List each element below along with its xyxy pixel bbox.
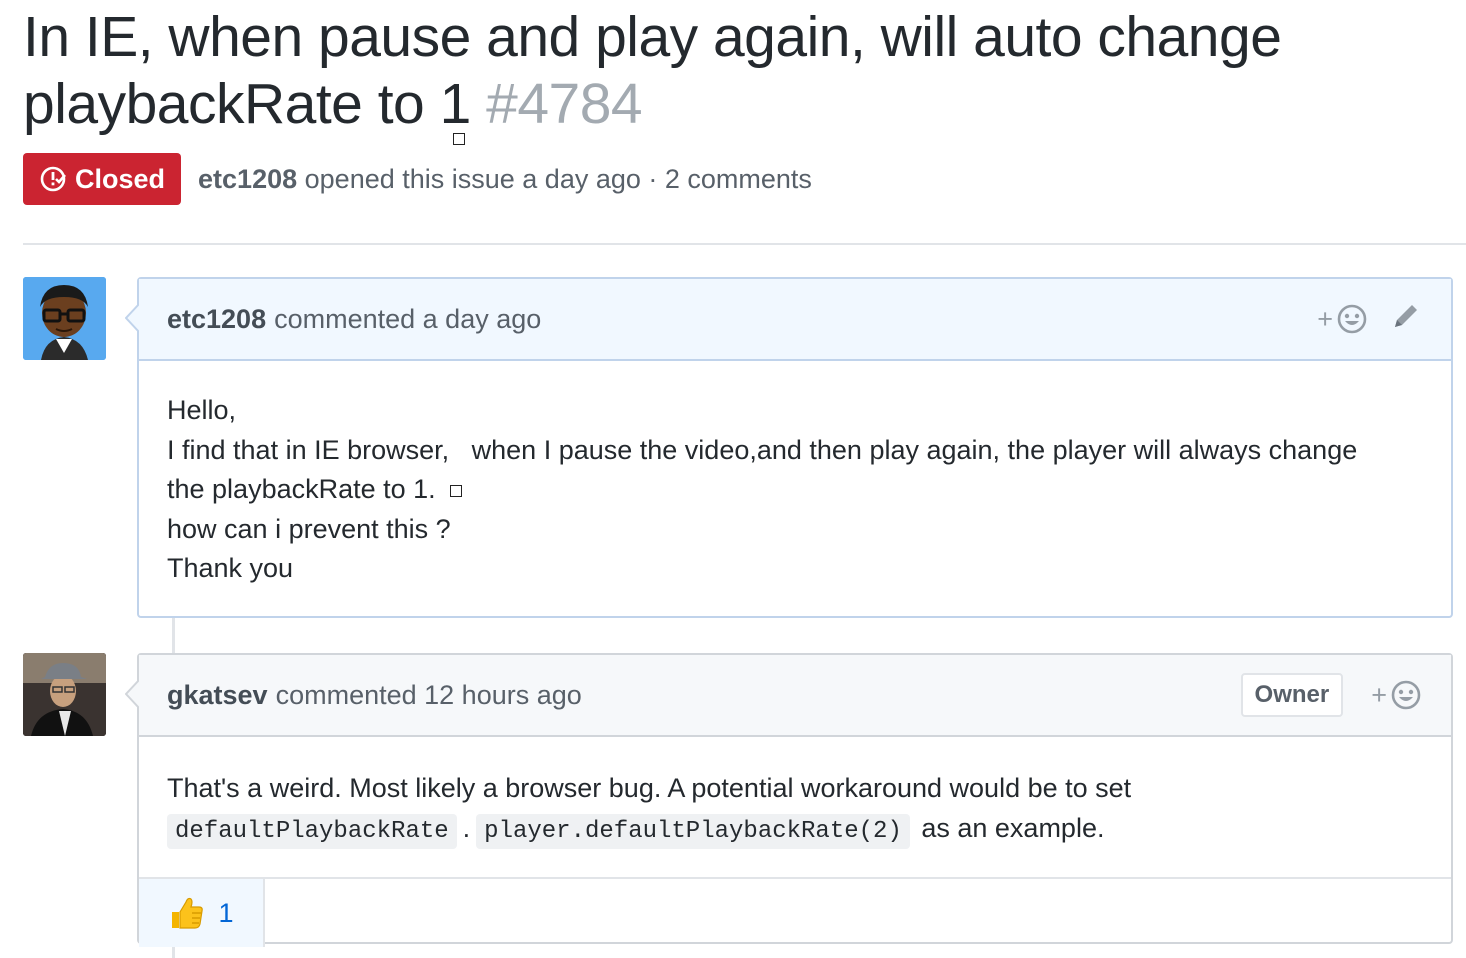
comment-line: defaultPlaybackRate. player.defaultPlayba… — [167, 809, 1423, 852]
reactions-bar: 1 — [139, 877, 1451, 947]
comment-line: That's a weird. Most likely a browser bu… — [167, 773, 1132, 803]
comment-line: how can i prevent this ? — [167, 513, 451, 544]
plus-sign: + — [1371, 679, 1387, 710]
pencil-icon — [1395, 304, 1417, 327]
owner-label: Owner — [1240, 673, 1344, 717]
comment-line: Hello, — [167, 395, 237, 425]
timeline-line — [172, 618, 175, 654]
state-label: Closed — [75, 163, 166, 194]
add-reaction-button[interactable]: + — [1371, 678, 1423, 712]
comment-text: as an example. — [921, 812, 1105, 843]
comment-actions: Owner + — [1240, 673, 1423, 717]
issue-author-link[interactable]: etc1208 — [198, 164, 297, 194]
issue-title-text: In IE, when pause and play again, will a… — [23, 5, 1282, 136]
reaction-count: 1 — [218, 897, 234, 928]
issue-meta-text: opened this issue a day ago · 2 comments — [304, 163, 812, 194]
smiley-icon — [1337, 304, 1367, 334]
cursor-marker — [449, 484, 462, 497]
comment-1: etc1208 commented a day ago + Hello, I f… — [125, 277, 1453, 618]
issue-meta: etc1208 opened this issue a day ago · 2 … — [198, 164, 812, 195]
comment-timestamp[interactable]: commented a day ago — [274, 304, 541, 335]
comment-author-link[interactable]: gkatsev — [167, 680, 268, 711]
header-divider — [23, 243, 1466, 245]
cursor-marker — [453, 133, 465, 145]
comment-header: etc1208 commented a day ago + — [139, 279, 1451, 361]
comment-line: I find that in IE browser, when I pause … — [167, 434, 1358, 465]
comment-line: Thank you — [167, 553, 294, 583]
comment-body: That's a weird. Most likely a browser bu… — [139, 737, 1451, 877]
avatar-gkatsev[interactable] — [23, 653, 106, 736]
avatar-etc1208[interactable] — [23, 277, 106, 360]
comment-body: Hello, I find that in IE browser, when I… — [139, 361, 1451, 613]
smiley-icon — [1391, 680, 1421, 710]
thumbs-up-icon — [172, 897, 204, 929]
plus-sign: + — [1317, 303, 1333, 334]
issue-meta-row: Closed etc1208 opened this issue a day a… — [23, 153, 812, 205]
comment-line-text: the playbackRate to 1. — [167, 474, 436, 504]
photo-avatar-icon — [23, 653, 106, 736]
edit-comment-button[interactable] — [1389, 299, 1423, 340]
inline-code: defaultPlaybackRate — [167, 813, 457, 849]
cartoon-avatar-icon — [23, 277, 106, 360]
comment-timestamp[interactable]: commented 12 hours ago — [276, 680, 582, 711]
add-reaction-button[interactable]: + — [1317, 302, 1369, 336]
issue-title-block: In IE, when pause and play again, will a… — [23, 4, 1443, 138]
separator-text: . — [462, 812, 471, 843]
thumbs-up-reaction-button[interactable]: 1 — [139, 879, 265, 947]
comment-line: the playbackRate to 1. — [167, 470, 1423, 510]
inline-code: player.defaultPlaybackRate(2) — [476, 813, 910, 849]
issue-title: In IE, when pause and play again, will a… — [23, 4, 1443, 138]
state-badge: Closed — [23, 153, 182, 205]
issue-number: #4784 — [486, 72, 643, 136]
comment-actions: + — [1317, 299, 1423, 340]
comment-author-link[interactable]: etc1208 — [167, 304, 266, 335]
comment-2: gkatsev commented 12 hours ago Owner + T… — [125, 653, 1453, 947]
issue-closed-icon — [40, 166, 66, 192]
comment-header: gkatsev commented 12 hours ago Owner + — [139, 655, 1451, 737]
